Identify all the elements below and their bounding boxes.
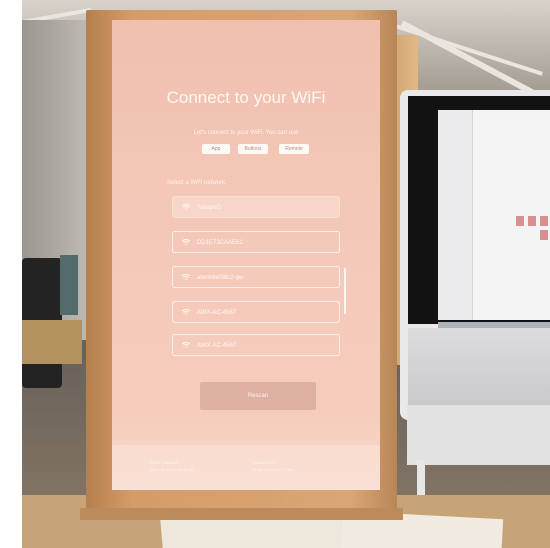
network-name: AWX-AC-4567 bbox=[197, 310, 237, 316]
rescan-button[interactable]: Rescan bbox=[200, 382, 316, 410]
footer-serial: Serial: 00:22:AA:77:88 bbox=[252, 467, 293, 472]
wifi-icon bbox=[182, 204, 190, 210]
option-buttons[interactable]: Buttons bbox=[238, 144, 268, 154]
screen-title: Connect to your WiFi bbox=[166, 88, 326, 107]
network-section-label: Select a WiFi network. bbox=[167, 180, 227, 186]
monitor-stand bbox=[407, 405, 550, 465]
left-desk bbox=[22, 320, 82, 364]
wifi-icon bbox=[182, 274, 190, 280]
network-item[interactable]: AWX-AC-4567 bbox=[172, 301, 340, 323]
device-info-footer: SSID: TokapoG MAC: 00:11:22:33:44:55 Ver… bbox=[112, 445, 380, 490]
wifi-icon bbox=[182, 309, 190, 315]
option-remote[interactable]: Remote bbox=[279, 144, 309, 154]
network-list-scrollbar[interactable] bbox=[344, 268, 346, 314]
photo-scene: Connect to your WiFi Let's connect to yo… bbox=[0, 0, 550, 548]
frame-base bbox=[80, 508, 403, 520]
network-item[interactable]: DD1E73CAAE61 bbox=[172, 231, 340, 253]
wifi-icon bbox=[182, 342, 190, 348]
monitor-screen bbox=[438, 110, 550, 320]
option-app[interactable]: App bbox=[202, 144, 230, 154]
network-name: aterm6ef38c2-gw bbox=[197, 275, 244, 281]
network-name: DD1E73CAAE61 bbox=[197, 240, 243, 246]
teal-chair bbox=[60, 255, 78, 315]
wifi-icon bbox=[182, 239, 190, 245]
network-item[interactable]: TokapoG bbox=[172, 196, 340, 218]
screen-subtitle: Let's connect to your WiFi. You can use bbox=[193, 130, 299, 136]
office-background: Connect to your WiFi Let's connect to yo… bbox=[22, 0, 550, 548]
network-item[interactable]: AWX-AC-4567 bbox=[172, 334, 340, 356]
desktop-monitor bbox=[400, 90, 550, 420]
footer-ssid: SSID: TokapoG bbox=[150, 460, 178, 465]
network-name: TokapoG bbox=[197, 205, 222, 211]
network-name: AWX-AC-4567 bbox=[197, 343, 237, 349]
footer-mac: MAC: 00:11:22:33:44:55 bbox=[150, 467, 194, 472]
wifi-setup-screen: Connect to your WiFi Let's connect to yo… bbox=[112, 20, 380, 490]
network-item[interactable]: aterm6ef38c2-gw bbox=[172, 266, 340, 288]
footer-version: Version: 1.1.0 bbox=[252, 460, 277, 465]
